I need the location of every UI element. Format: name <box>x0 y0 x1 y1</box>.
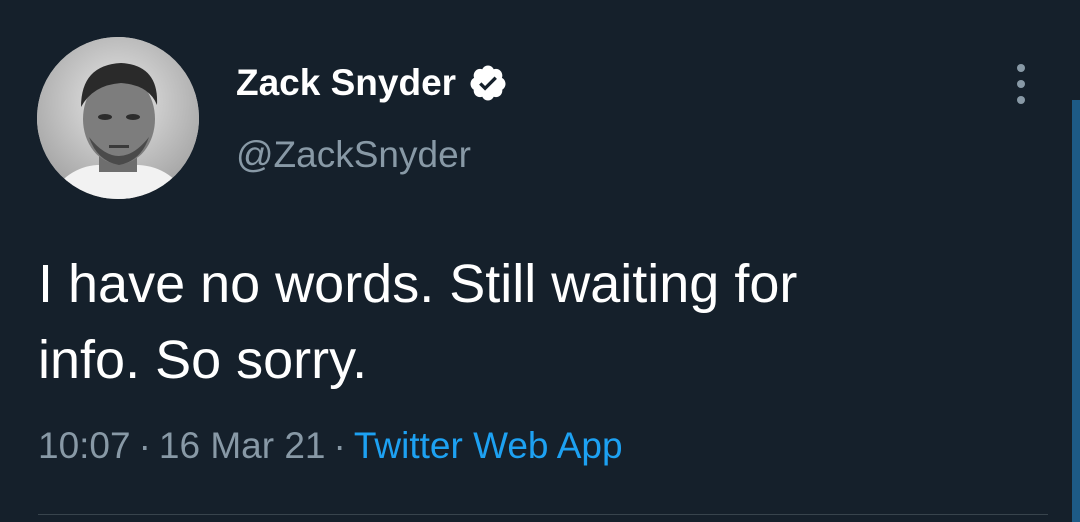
tweet-text: I have no words. Still waiting for info.… <box>38 254 798 390</box>
meta-separator: · <box>138 425 151 466</box>
avatar-photo <box>37 37 199 199</box>
tweet-metadata: 10:07 · 16 Mar 21 · Twitter Web App <box>38 425 623 467</box>
author-handle[interactable]: @ZackSnyder <box>236 134 471 176</box>
tweet-source-link[interactable]: Twitter Web App <box>354 425 623 467</box>
tweet-date[interactable]: 16 Mar 21 <box>159 425 326 467</box>
author-name-row[interactable]: Zack Snyder <box>236 58 508 108</box>
tweet-time[interactable]: 10:07 <box>38 425 131 467</box>
author-avatar[interactable] <box>37 37 199 199</box>
author-display-name[interactable]: Zack Snyder <box>236 62 456 104</box>
more-options-button[interactable] <box>1004 64 1038 104</box>
scrollbar[interactable] <box>1072 100 1080 522</box>
more-vertical-icon-dot <box>1017 80 1025 88</box>
tweet-card: Zack Snyder @ZackSnyder I have no words.… <box>0 0 1080 522</box>
more-vertical-icon-dot <box>1017 96 1025 104</box>
meta-separator: · <box>333 425 346 466</box>
divider <box>38 514 1048 515</box>
verified-badge-icon <box>468 63 508 103</box>
more-vertical-icon <box>1017 64 1025 72</box>
